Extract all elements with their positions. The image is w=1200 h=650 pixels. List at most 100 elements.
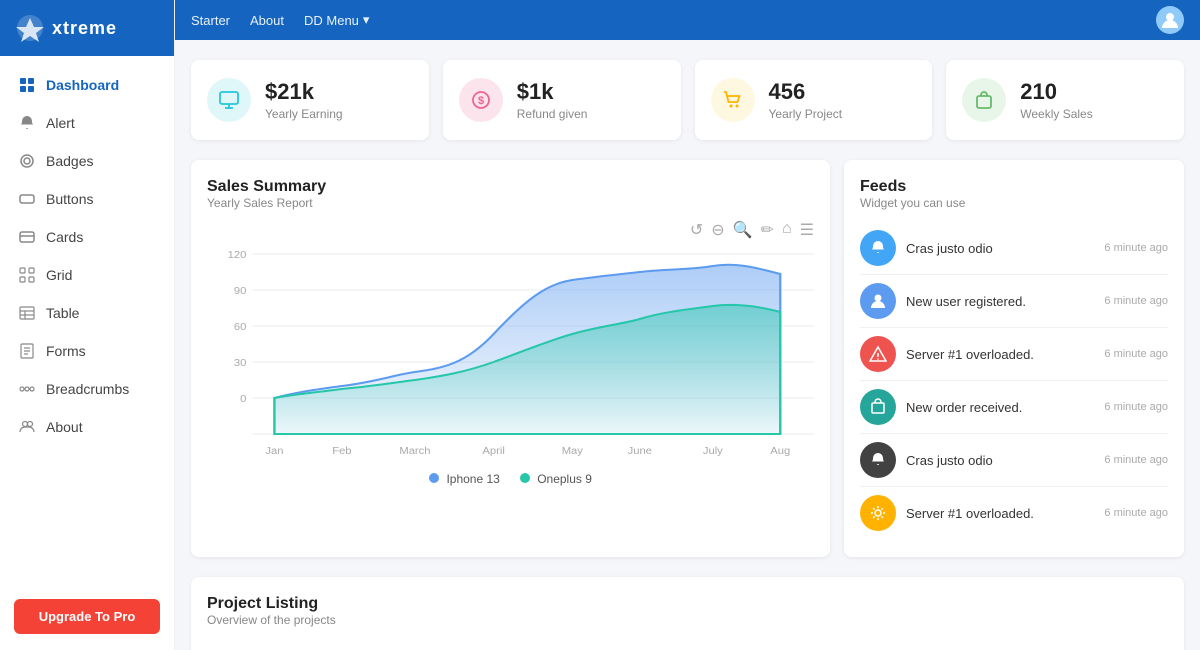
grid-icon <box>18 266 36 284</box>
bell2-icon <box>869 451 887 469</box>
topnav-starter[interactable]: Starter <box>191 13 230 28</box>
sales-chart-svg: 120 90 60 30 0 Jan Feb March April May J… <box>207 244 814 464</box>
sidebar-label-buttons: Buttons <box>46 191 93 207</box>
feed-item-2: New user registered. 6 minute ago <box>860 275 1168 328</box>
feed-3-text: Server #1 overloaded. <box>906 347 1094 362</box>
svg-text:June: June <box>628 446 652 457</box>
col-budget: Budget <box>1032 641 1168 650</box>
sidebar-item-buttons[interactable]: Buttons <box>0 180 174 218</box>
col-team-lead: Team Lead <box>207 641 531 650</box>
monitor-icon <box>218 89 240 111</box>
chart-zoom-in-icon[interactable]: 🔍 <box>733 220 753 240</box>
project-subtitle: Overview of the projects <box>207 613 1168 627</box>
yearly-project-info: 456 Yearly Project <box>769 79 843 121</box>
buttons-icon <box>18 190 36 208</box>
feed-1-text: Cras justo odio <box>906 241 1094 256</box>
project-title: Project Listing <box>207 595 1168 613</box>
chart-toolbar: ↺ ⊖ 🔍 ✏ ⌂ ☰ <box>207 220 814 240</box>
main-area: Starter About DD Menu ▾ $21k Yearly Earn… <box>175 0 1200 650</box>
chart-home-icon[interactable]: ⌂ <box>782 220 792 240</box>
col-weeks: Weeks <box>905 641 1033 650</box>
cart-icon <box>722 89 744 111</box>
topnav-dropdown[interactable]: DD Menu ▾ <box>304 12 369 28</box>
yearly-project-label: Yearly Project <box>769 107 843 121</box>
feed-5-text: Cras justo odio <box>906 453 1094 468</box>
chart-menu-icon[interactable]: ☰ <box>800 220 814 240</box>
sidebar-label-cards: Cards <box>46 229 83 245</box>
feed-2-text: New user registered. <box>906 294 1094 309</box>
topnav: Starter About DD Menu ▾ <box>175 0 1200 40</box>
feed-item-1: Cras justo odio 6 minute ago <box>860 222 1168 275</box>
chart-area: 120 90 60 30 0 Jan Feb March April May J… <box>207 244 814 464</box>
feed-1-icon-wrap <box>860 230 896 266</box>
sidebar-item-dashboard[interactable]: Dashboard <box>0 66 174 104</box>
stat-card-weekly-sales: 210 Weekly Sales <box>946 60 1184 140</box>
logo-icon <box>16 14 44 42</box>
col-project: Project <box>531 641 780 650</box>
feed-6-icon-wrap <box>860 495 896 531</box>
sidebar-item-about[interactable]: About <box>0 408 174 446</box>
chart-title: Sales Summary <box>207 178 814 196</box>
badges-icon <box>18 152 36 170</box>
dashboard-icon <box>18 76 36 94</box>
weekly-sales-label: Weekly Sales <box>1020 107 1092 121</box>
stat-card-yearly-earning: $21k Yearly Earning <box>191 60 429 140</box>
feeds-subtitle: Widget you can use <box>860 196 1168 210</box>
feed-1-time: 6 minute ago <box>1104 242 1168 254</box>
svg-text:Feb: Feb <box>332 446 351 457</box>
feeds-title: Feeds <box>860 178 1168 196</box>
sidebar-label-dashboard: Dashboard <box>46 77 119 93</box>
feed-6-time: 6 minute ago <box>1104 507 1168 519</box>
user-avatar[interactable] <box>1156 6 1184 34</box>
sidebar-label-about: About <box>46 419 83 435</box>
feed-3-icon-wrap <box>860 336 896 372</box>
yearly-earning-info: $21k Yearly Earning <box>265 79 343 121</box>
yearly-earning-value: $21k <box>265 79 343 105</box>
feed-2-time: 6 minute ago <box>1104 295 1168 307</box>
forms-icon <box>18 342 36 360</box>
bell-icon <box>869 239 887 257</box>
legend-oneplus: Oneplus 9 <box>520 472 592 486</box>
project-card: Project Listing Overview of the projects… <box>191 577 1184 650</box>
feed-4-text: New order received. <box>906 400 1094 415</box>
sidebar-item-badges[interactable]: Badges <box>0 142 174 180</box>
sidebar-item-breadcrumbs[interactable]: Breadcrumbs <box>0 370 174 408</box>
chart-card: Sales Summary Yearly Sales Report ↺ ⊖ 🔍 … <box>191 160 830 557</box>
feed-4-time: 6 minute ago <box>1104 401 1168 413</box>
user-icon <box>869 292 887 310</box>
chart-reset-icon[interactable]: ↺ <box>690 220 703 240</box>
sidebar-item-table[interactable]: Table <box>0 294 174 332</box>
svg-text:July: July <box>703 446 724 457</box>
sidebar-label-table: Table <box>46 305 79 321</box>
refund-value: $1k <box>517 79 588 105</box>
stat-card-refund: $ $1k Refund given <box>443 60 681 140</box>
feed-6-text: Server #1 overloaded. <box>906 506 1094 521</box>
sidebar-item-cards[interactable]: Cards <box>0 218 174 256</box>
sidebar: xtreme Dashboard Alert Badges Buttons <box>0 0 175 650</box>
app-title: xtreme <box>52 18 117 39</box>
feed-2-icon-wrap <box>860 283 896 319</box>
sidebar-item-grid[interactable]: Grid <box>0 256 174 294</box>
feed-3-time: 6 minute ago <box>1104 348 1168 360</box>
svg-text:60: 60 <box>234 322 247 333</box>
topnav-about[interactable]: About <box>250 13 284 28</box>
svg-text:April: April <box>482 446 504 457</box>
about-icon <box>18 418 36 436</box>
feed-5-time: 6 minute ago <box>1104 454 1168 466</box>
project-table: Team Lead Project Status Weeks Budget <box>207 641 1168 650</box>
svg-text:120: 120 <box>228 250 247 261</box>
sidebar-item-forms[interactable]: Forms <box>0 332 174 370</box>
chart-edit-icon[interactable]: ✏ <box>761 220 774 240</box>
chart-zoom-out-icon[interactable]: ⊖ <box>711 220 724 240</box>
feed-5-icon-wrap <box>860 442 896 478</box>
weekly-sales-value: 210 <box>1020 79 1092 105</box>
sidebar-item-alert[interactable]: Alert <box>0 104 174 142</box>
sidebar-nav: Dashboard Alert Badges Buttons Cards <box>0 56 174 587</box>
upgrade-button[interactable]: Upgrade To Pro <box>14 599 160 634</box>
refund-info: $1k Refund given <box>517 79 588 121</box>
weekly-sales-icon-wrap <box>962 78 1006 122</box>
svg-text:Jan: Jan <box>265 446 283 457</box>
refund-label: Refund given <box>517 107 588 121</box>
table-icon <box>18 304 36 322</box>
sidebar-label-breadcrumbs: Breadcrumbs <box>46 381 129 397</box>
